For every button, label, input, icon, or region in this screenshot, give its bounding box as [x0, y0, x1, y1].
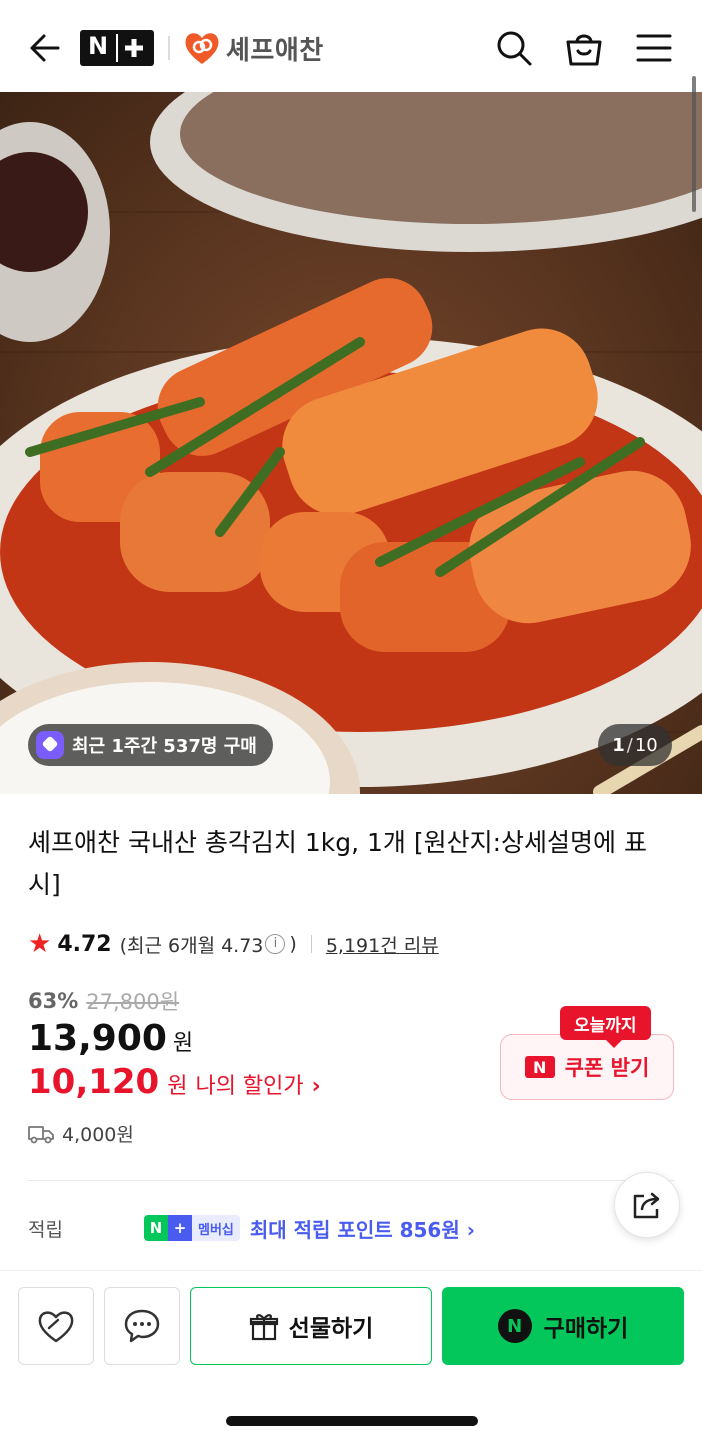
gift-icon	[249, 1314, 278, 1341]
purple-gem-icon	[36, 731, 64, 759]
chat-bubble-icon	[124, 1309, 160, 1343]
page-scrollbar[interactable]	[692, 76, 696, 212]
header-divider	[168, 36, 170, 60]
chevron-right-icon: ›	[311, 1074, 321, 1099]
today-only-tag: 오늘까지	[560, 1006, 651, 1048]
shipping-fee: 4,000원	[62, 1124, 134, 1146]
rating-row: ★ 4.72 (최근 6개월 4.73 i ) 5,191건 리뷰	[28, 928, 439, 960]
naver-plus-membership-badge: N + 멤버십	[144, 1215, 240, 1241]
talk-talk-button[interactable]	[104, 1287, 180, 1365]
nplus-store-logo[interactable]: N	[80, 30, 154, 66]
my-price-label: 나의 할인가	[195, 1074, 304, 1099]
recent-purchase-badge: 최근 1주간 537명 구매	[28, 724, 273, 766]
brand-heart-logo-icon[interactable]	[182, 28, 222, 68]
rating-recent-close: )	[289, 933, 297, 955]
max-points-text: 최대 적립 포인트 856원 ›	[249, 1217, 475, 1242]
discount-row: 63% 27,800원	[28, 986, 179, 1016]
rating-recent: (최근 6개월 4.73	[119, 934, 264, 957]
truck-icon	[28, 1125, 54, 1143]
cart-icon[interactable]	[562, 26, 606, 70]
top-header: N 셰프애찬	[0, 0, 702, 92]
gift-button[interactable]: 선물하기	[190, 1287, 432, 1365]
review-count-link[interactable]: 5,191건 리뷰	[326, 931, 439, 958]
membership-plus: +	[168, 1215, 192, 1241]
image-pager: 1 / 10	[598, 724, 672, 766]
shipping-row: 4,000원	[28, 1120, 134, 1147]
star-icon: ★	[28, 929, 52, 959]
rating-divider	[310, 935, 312, 953]
bottom-action-bar: 선물하기 N 구매하기	[0, 1270, 702, 1440]
membership-label: 멤버십	[192, 1215, 240, 1241]
naver-n-icon: N	[524, 1056, 555, 1078]
sale-price: 13,900 원	[28, 1018, 193, 1059]
recent-purchase-text: 최근 1주간 537명 구매	[72, 736, 257, 757]
info-icon[interactable]: i	[265, 934, 286, 954]
coupon-label: 쿠폰 받기	[564, 1056, 650, 1080]
my-price-value: 10,120	[28, 1062, 160, 1102]
original-price: 27,800원	[86, 990, 180, 1014]
product-title: 셰프애찬 국내산 총각김치 1kg, 1개 [원산지:상세설명에 표시]	[28, 828, 647, 899]
points-row[interactable]: 적립 N + 멤버십 최대 적립 포인트 856원 ›	[28, 1208, 678, 1248]
my-price-currency: 원	[167, 1074, 188, 1099]
back-arrow-icon[interactable]	[22, 28, 62, 68]
discount-percent: 63%	[28, 989, 79, 1013]
pager-separator: /	[626, 734, 633, 756]
kimchi-photo	[0, 92, 702, 794]
gift-label: 선물하기	[288, 1316, 374, 1342]
buy-label: 구매하기	[543, 1316, 629, 1342]
coupon-button[interactable]: N 쿠폰 받기	[500, 1034, 674, 1100]
pager-total: 10	[634, 734, 658, 756]
heart-icon	[38, 1311, 74, 1343]
sale-price-currency: 원	[172, 1031, 194, 1056]
plus-icon	[125, 39, 143, 57]
product-image[interactable]	[0, 92, 702, 794]
membership-n: N	[144, 1215, 168, 1241]
nplus-n: N	[88, 32, 109, 60]
pager-current: 1	[612, 734, 625, 756]
section-divider	[28, 1180, 674, 1181]
rating-score: 4.72	[57, 931, 112, 957]
sale-price-value: 13,900	[28, 1018, 167, 1059]
menu-icon[interactable]	[632, 26, 676, 70]
search-icon[interactable]	[492, 26, 536, 70]
my-discount-price[interactable]: 10,120 원 나의 할인가 ›	[28, 1062, 321, 1102]
brand-name[interactable]: 셰프애찬	[226, 30, 324, 67]
points-label: 적립	[28, 1218, 63, 1241]
home-indicator[interactable]	[226, 1416, 478, 1426]
wishlist-button[interactable]	[18, 1287, 94, 1365]
buy-button[interactable]: N 구매하기	[442, 1287, 684, 1365]
naver-pay-n-icon: N	[497, 1309, 532, 1343]
